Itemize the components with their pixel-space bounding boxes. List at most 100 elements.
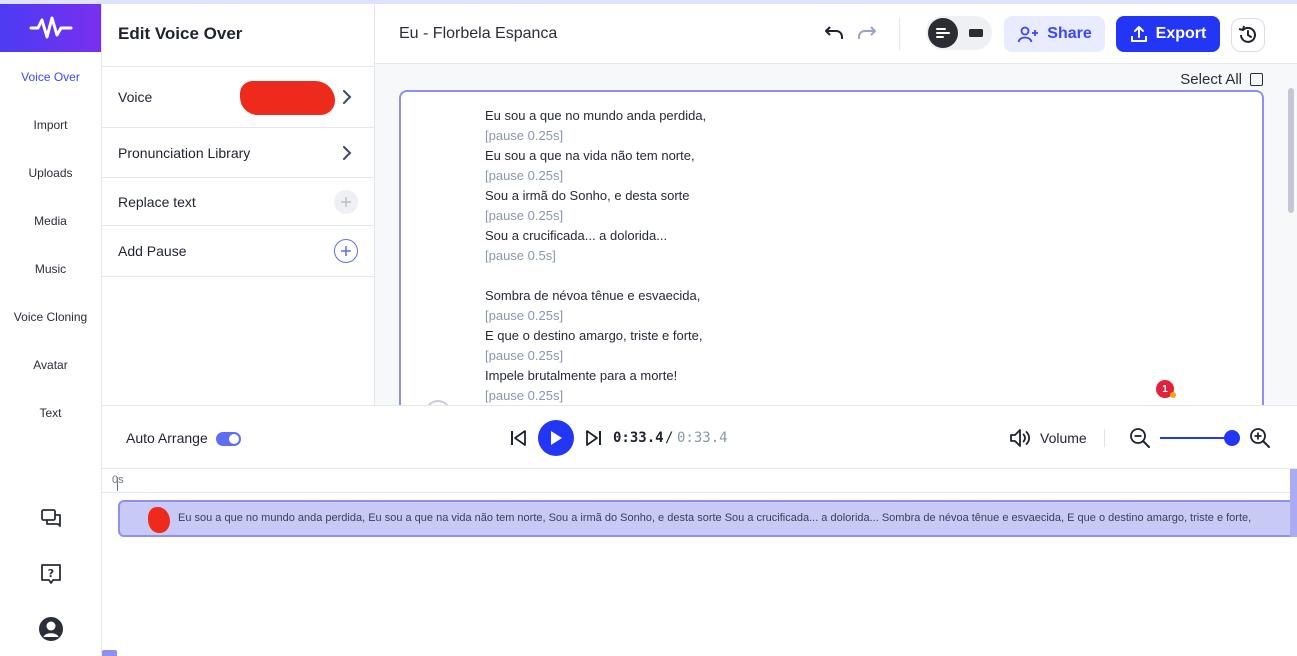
script-line[interactable]: Sou a irmã do Sonho, e desta sorte bbox=[485, 186, 706, 206]
select-all-toggle[interactable]: Select All bbox=[1180, 71, 1263, 88]
rail-item-music[interactable]: Music bbox=[0, 262, 101, 276]
view-mode-toggle[interactable] bbox=[926, 16, 992, 50]
chevron-right-icon bbox=[343, 145, 352, 160]
timeline-scrollbar[interactable] bbox=[1290, 469, 1297, 537]
undo-icon bbox=[825, 26, 843, 39]
chat-bubbles-icon[interactable] bbox=[38, 505, 64, 531]
plus-icon bbox=[341, 196, 351, 207]
project-title[interactable]: Eu - Florbela Espanca bbox=[399, 25, 557, 43]
slide-icon bbox=[969, 29, 983, 37]
app-logo[interactable] bbox=[0, 4, 101, 52]
plus-icon bbox=[341, 246, 351, 256]
redo-icon bbox=[858, 26, 876, 39]
zoom-slider-track[interactable] bbox=[1160, 437, 1234, 439]
add-pause-button[interactable] bbox=[334, 239, 358, 263]
auto-arrange-label: Auto Arrange bbox=[126, 430, 208, 446]
switch-knob bbox=[229, 434, 239, 444]
volume-button[interactable] bbox=[1008, 426, 1032, 450]
play-button[interactable] bbox=[538, 420, 574, 456]
replace-add-button[interactable] bbox=[334, 189, 358, 214]
zoom-out-icon bbox=[1130, 428, 1150, 448]
rail-item-voice-cloning[interactable]: Voice Cloning bbox=[0, 310, 101, 324]
auto-arrange-switch[interactable] bbox=[216, 432, 241, 446]
select-all-label: Select All bbox=[1180, 71, 1242, 88]
slide-view-button[interactable] bbox=[962, 18, 990, 48]
pause-tag[interactable]: [pause 0.25s] bbox=[485, 166, 706, 186]
play-icon bbox=[551, 431, 562, 445]
edit-voice-over-panel: Edit Voice Over Voice Pronunciation Libr… bbox=[102, 4, 375, 405]
pause-tag[interactable]: [pause 0.25s] bbox=[485, 126, 706, 146]
player-divider bbox=[1104, 429, 1105, 447]
script-line[interactable]: E que o destino amargo, triste e forte, bbox=[485, 326, 706, 346]
zoom-in-icon bbox=[1250, 428, 1270, 448]
redo-button[interactable] bbox=[856, 22, 878, 44]
total-time: 0:33.4 bbox=[677, 430, 728, 446]
add-pause-row[interactable]: Add Pause bbox=[102, 225, 374, 277]
timeline-ruler[interactable]: 0s bbox=[102, 469, 1297, 493]
skip-back-icon bbox=[511, 430, 526, 446]
notification-dot bbox=[1170, 392, 1176, 398]
editor-header: Eu - Florbela Espanca Share Export bbox=[375, 4, 1297, 64]
undo-button[interactable] bbox=[823, 22, 845, 44]
export-label: Export bbox=[1155, 25, 1207, 42]
left-rail: Voice Over Import Uploads Media Music Vo… bbox=[0, 4, 102, 656]
redacted-voice-name bbox=[240, 81, 335, 115]
script-line[interactable]: Eu sou a que no mundo anda perdida, bbox=[485, 106, 706, 126]
timeline-resize-handle[interactable] bbox=[102, 650, 117, 656]
upload-icon bbox=[1130, 26, 1147, 42]
voice-row-label: Voice bbox=[118, 89, 153, 105]
script-line[interactable]: Sombra de névoa tênue e esvaecida, bbox=[485, 286, 706, 306]
panel-title: Edit Voice Over bbox=[118, 24, 243, 43]
export-button[interactable]: Export bbox=[1116, 16, 1220, 52]
script-editor: Select All Eu sou a que no mundo anda pe… bbox=[375, 64, 1297, 420]
script-text[interactable]: Eu sou a que no mundo anda perdida, [paus… bbox=[485, 106, 706, 406]
rail-item-voice-over[interactable]: Voice Over bbox=[0, 70, 101, 84]
header-divider bbox=[899, 18, 900, 50]
skip-back-button[interactable] bbox=[508, 427, 528, 449]
replace-row-label: Replace text bbox=[118, 193, 196, 210]
volume-label: Volume bbox=[1040, 430, 1087, 446]
replace-text-row[interactable]: Replace text bbox=[102, 177, 374, 225]
skip-forward-button[interactable] bbox=[584, 427, 604, 449]
zoom-slider-handle[interactable] bbox=[1224, 430, 1240, 446]
select-all-checkbox[interactable] bbox=[1250, 73, 1263, 86]
align-lines-icon bbox=[936, 28, 950, 38]
version-history-button[interactable] bbox=[1231, 18, 1265, 52]
timeline: 0s Eu sou a que no mundo anda perdida, E… bbox=[102, 469, 1297, 656]
voice-clip[interactable]: Eu sou a que no mundo anda perdida, Eu s… bbox=[118, 500, 1297, 537]
pronunciation-library-row[interactable]: Pronunciation Library bbox=[102, 127, 374, 177]
add-pause-row-label: Add Pause bbox=[118, 243, 187, 259]
pause-tag[interactable]: [pause 0.25s] bbox=[485, 386, 706, 406]
user-profile-icon[interactable] bbox=[38, 616, 64, 642]
script-block[interactable]: Eu sou a que no mundo anda perdida, [paus… bbox=[399, 90, 1264, 420]
skip-forward-icon bbox=[586, 430, 601, 446]
rail-item-import[interactable]: Import bbox=[0, 118, 101, 132]
rail-item-uploads[interactable]: Uploads bbox=[0, 166, 101, 180]
script-line[interactable]: Eu sou a que na vida não tem norte, bbox=[485, 146, 706, 166]
script-scrollbar[interactable] bbox=[1288, 88, 1294, 213]
redacted-clip-avatar bbox=[148, 507, 170, 533]
voice-row[interactable]: Voice bbox=[102, 66, 374, 127]
rail-item-text[interactable]: Text bbox=[0, 406, 101, 420]
script-line[interactable]: Impele brutalmente para a morte! bbox=[485, 366, 706, 386]
help-icon[interactable]: ? bbox=[38, 561, 64, 587]
pause-tag[interactable]: [pause 0.5s] bbox=[485, 246, 706, 266]
pause-tag[interactable]: [pause 0.25s] bbox=[485, 346, 706, 366]
pause-tag[interactable]: [pause 0.25s] bbox=[485, 206, 706, 226]
add-user-icon bbox=[1017, 26, 1039, 43]
time-separator: / bbox=[665, 430, 674, 446]
svg-text:?: ? bbox=[48, 567, 54, 580]
history-icon bbox=[1238, 25, 1256, 43]
share-button[interactable]: Share bbox=[1004, 16, 1105, 52]
rail-item-media[interactable]: Media bbox=[0, 214, 101, 228]
share-label: Share bbox=[1047, 25, 1092, 42]
rail-item-avatar[interactable]: Avatar bbox=[0, 358, 101, 372]
zoom-in-button[interactable] bbox=[1249, 427, 1271, 449]
player-bar: Auto Arrange 0:33.4 / 0:33.4 Volume bbox=[102, 405, 1297, 469]
zoom-out-button[interactable] bbox=[1129, 427, 1151, 449]
list-view-button[interactable] bbox=[928, 18, 958, 48]
pronunciation-row-label: Pronunciation Library bbox=[118, 144, 251, 161]
pause-tag[interactable]: [pause 0.25s] bbox=[485, 306, 706, 326]
script-line[interactable]: Sou a crucificada... a dolorida... bbox=[485, 226, 706, 246]
